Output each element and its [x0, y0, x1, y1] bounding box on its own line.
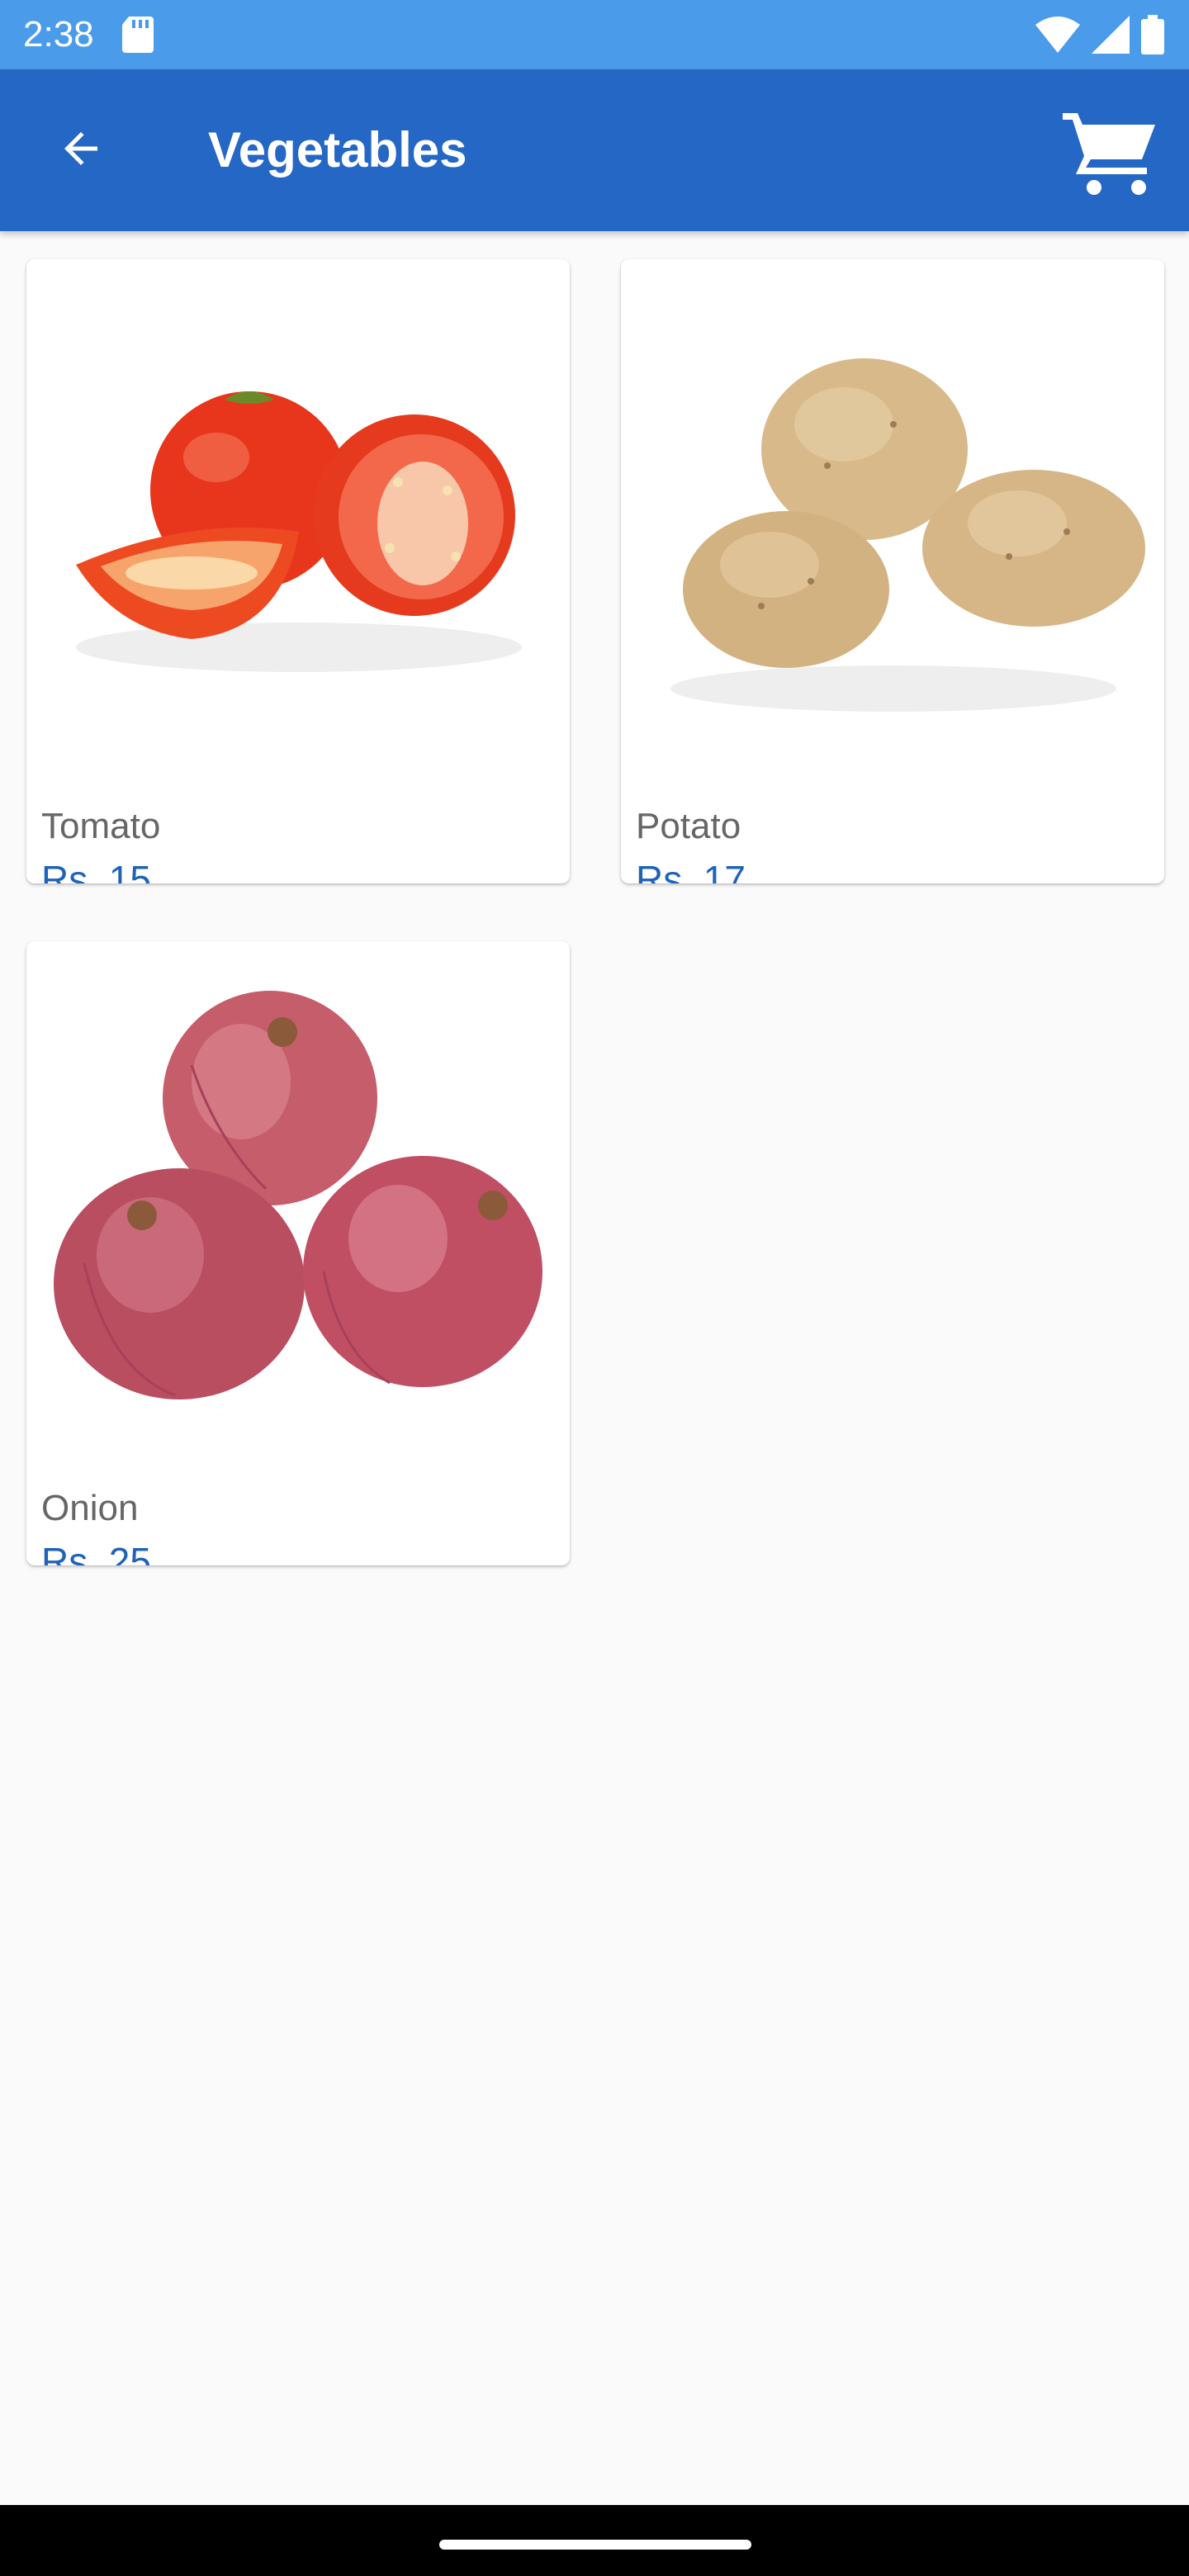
back-arrow-icon: [56, 124, 106, 178]
sd-card-icon: [122, 17, 154, 57]
status-time: 2:38: [23, 14, 94, 54]
cart-button[interactable]: [1057, 106, 1164, 201]
system-nav-bar: [0, 2505, 1189, 2576]
cart-icon: [1063, 108, 1158, 200]
potato-image: [670, 358, 1145, 712]
status-bar: 2:38: [0, 0, 1189, 69]
tomato-image: [76, 391, 522, 672]
product-name: Potato: [636, 806, 741, 846]
onion-image: [54, 991, 542, 1399]
battery-icon: [1141, 15, 1164, 59]
signal-icon: [1092, 16, 1130, 58]
product-card-potato[interactable]: Potato Rs. 17: [621, 259, 1164, 883]
product-card-tomato[interactable]: Tomato Rs. 15: [26, 259, 570, 883]
product-card-onion[interactable]: Onion Rs. 25: [26, 941, 570, 1565]
product-price: Rs. 15: [41, 858, 151, 883]
product-name: Tomato: [41, 806, 161, 846]
product-price: Rs. 17: [636, 858, 746, 883]
product-price: Rs. 25: [41, 1540, 151, 1565]
product-name: Onion: [41, 1488, 139, 1528]
home-gesture-handle[interactable]: [439, 2540, 751, 2550]
app-bar: Vegetables: [0, 69, 1189, 231]
wifi-icon: [1035, 17, 1080, 57]
page-title: Vegetables: [208, 122, 467, 178]
back-button[interactable]: [41, 117, 121, 183]
